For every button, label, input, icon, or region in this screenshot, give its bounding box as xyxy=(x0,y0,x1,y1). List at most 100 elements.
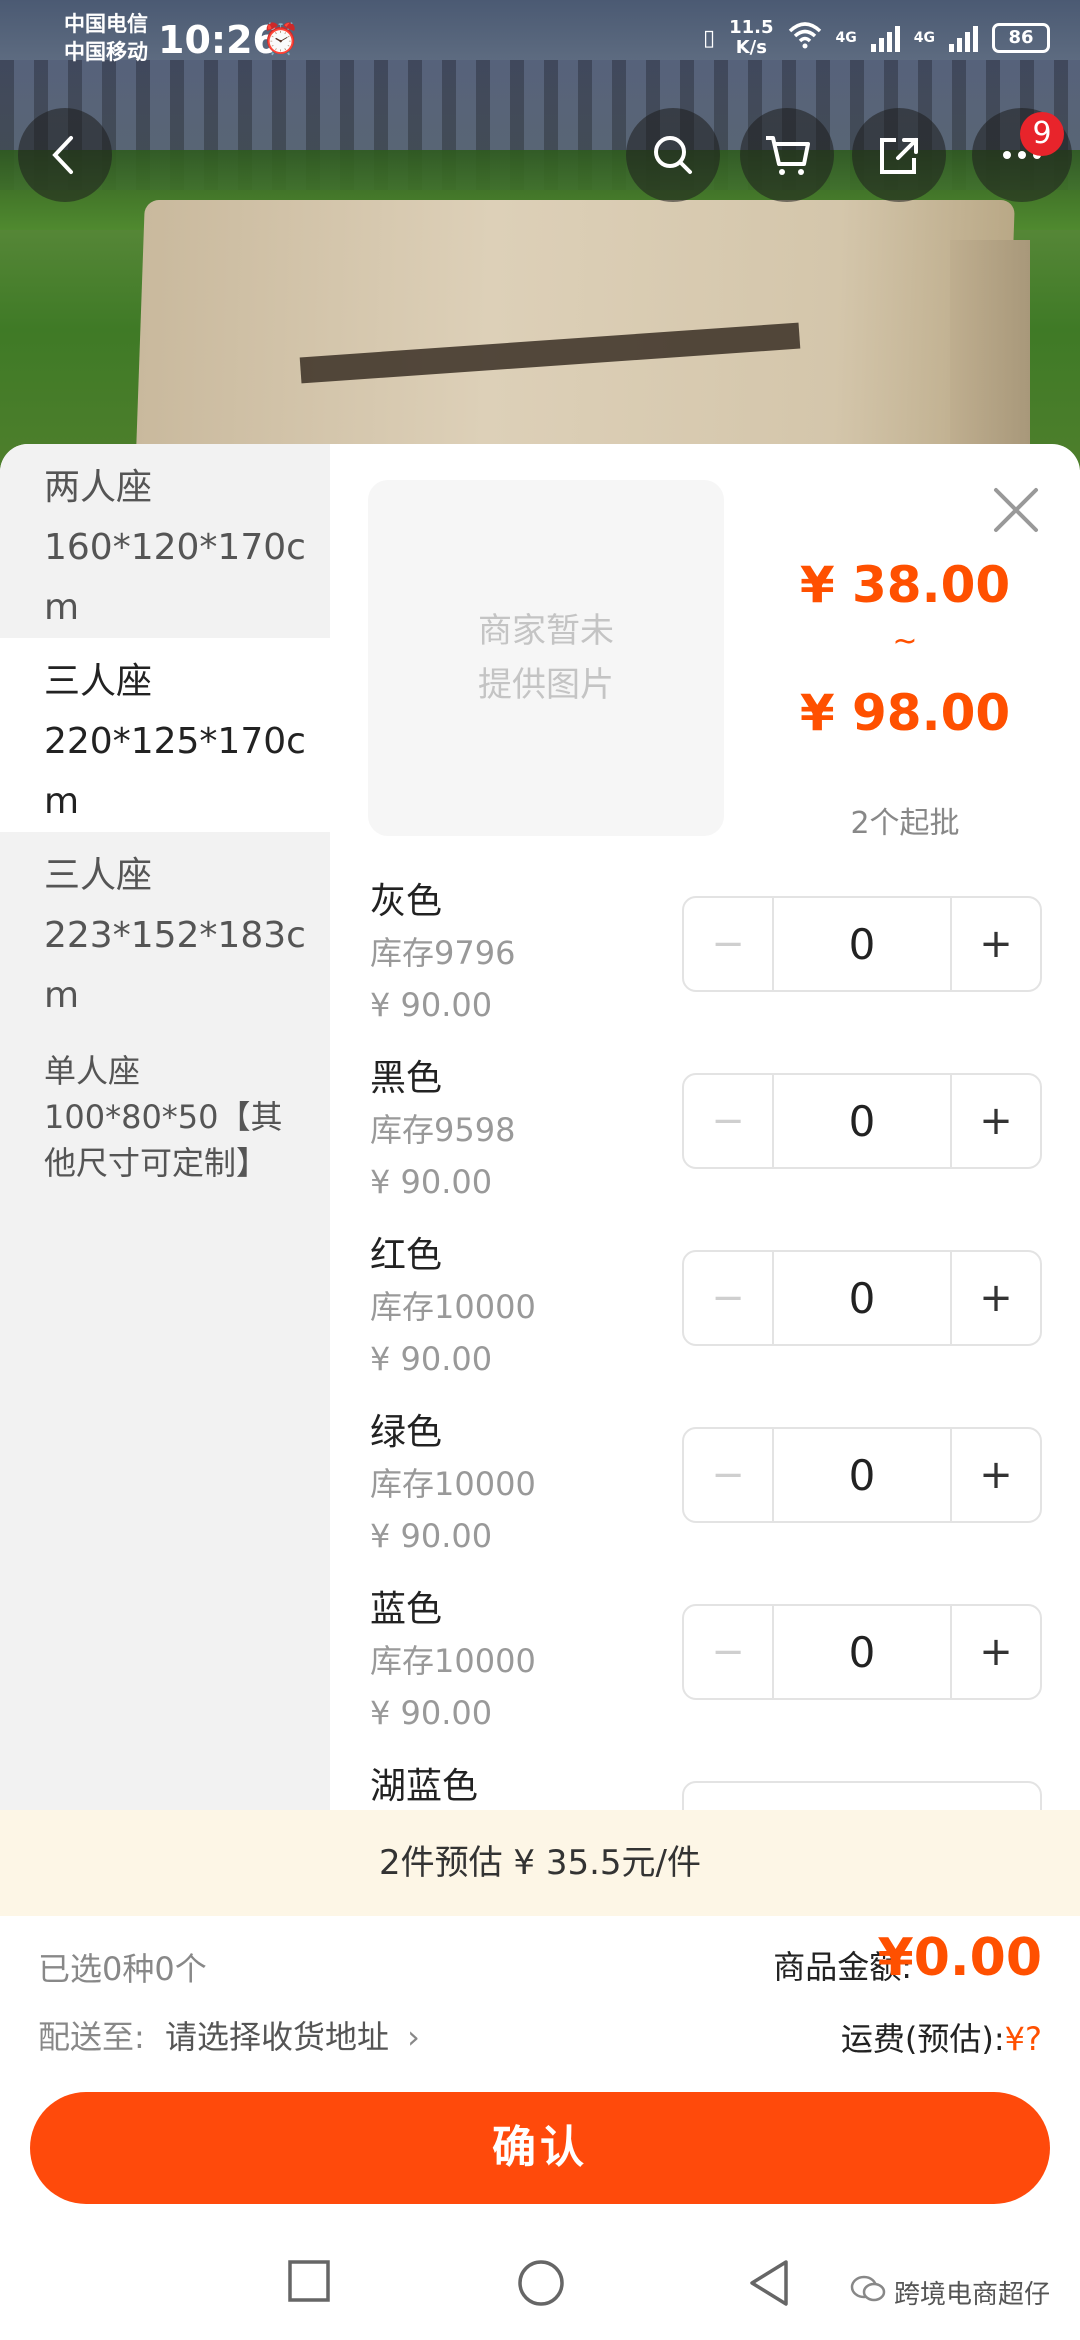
variant-name: 灰色 xyxy=(370,881,443,922)
cart-button[interactable] xyxy=(740,108,834,202)
variant-stock: 库存10000 xyxy=(370,1642,536,1680)
quantity-stepper: − 0 + xyxy=(682,1427,1042,1523)
variant-row: 绿色 库存10000 ¥ 90.00 − 0 + xyxy=(370,1403,1050,1580)
size-item-2[interactable]: 三人座 220*125*170cm xyxy=(0,638,330,832)
variant-stock: 库存9598 xyxy=(370,1111,516,1149)
quantity-input[interactable]: 0 xyxy=(774,1429,950,1521)
back-button[interactable] xyxy=(18,108,112,202)
search-button[interactable] xyxy=(626,108,720,202)
sku-selector-sheet: 两人座 160*120*170cm 三人座 220*125*170cm 三人座 … xyxy=(0,444,1080,2340)
price-range-tilde: ~ xyxy=(892,624,918,659)
color-variant-list: 灰色 库存9796 ¥ 90.00 − 0 + 黑色 库存9598 ¥ 90.0… xyxy=(370,872,1050,1810)
vibrate-icon: ▯ xyxy=(703,25,716,51)
quantity-stepper: − 0 + xyxy=(682,1250,1042,1346)
size-dims: 220*125*170cm xyxy=(44,721,306,822)
variant-row: 灰色 库存9796 ¥ 90.00 − 0 + xyxy=(370,872,1050,1049)
search-icon xyxy=(654,136,692,174)
increment-button[interactable]: + xyxy=(950,1252,1040,1344)
decrement-button[interactable]: − xyxy=(684,1252,774,1344)
variant-price: ¥ 90.00 xyxy=(370,1517,493,1555)
size-item-1[interactable]: 两人座 160*120*170cm xyxy=(0,444,330,638)
variant-row: 湖蓝色 xyxy=(370,1757,1050,1810)
size-type: 三人座 xyxy=(44,855,153,896)
decrement-button[interactable]: − xyxy=(684,898,774,990)
alarm-icon: ⏰ xyxy=(262,22,300,57)
variant-price: ¥ 90.00 xyxy=(370,1340,493,1378)
amount-value: ¥0.00 xyxy=(877,1928,1042,1988)
size-item-4[interactable]: 单人座 100*80*50【其他尺寸可定制】 xyxy=(0,1026,330,1186)
variant-stock: 库存10000 xyxy=(370,1465,536,1503)
quantity-input[interactable]: 0 xyxy=(774,1606,950,1698)
watermark: 跨境电商超仔 xyxy=(850,2274,1050,2311)
selected-summary: 已选0种0个 xyxy=(38,1950,207,1988)
wechat-icon xyxy=(850,2274,886,2311)
confirm-button[interactable]: 确认 xyxy=(30,2092,1050,2204)
size-dims: 223*152*183cm xyxy=(44,915,306,1016)
size-sidebar: 两人座 160*120*170cm 三人座 220*125*170cm 三人座 … xyxy=(0,444,330,1810)
variant-name: 绿色 xyxy=(370,1412,443,1453)
decrement-button[interactable]: − xyxy=(684,1429,774,1521)
size-type: 两人座 xyxy=(44,467,153,508)
size-dims: 100*80*50【其他尺寸可定制】 xyxy=(44,1098,283,1182)
increment-button[interactable]: + xyxy=(950,1429,1040,1521)
variant-name: 蓝色 xyxy=(370,1589,443,1630)
bulk-price-estimate: 2件预估 ¥ 35.5元/件 xyxy=(0,1810,1080,1916)
status-time: 10:26 xyxy=(158,18,279,62)
chevron-right-icon: › xyxy=(407,2018,420,2056)
variant-name: 湖蓝色 xyxy=(370,1766,479,1807)
close-icon[interactable] xyxy=(990,484,1042,536)
shipping-address-link[interactable]: 配送至: 请选择收货地址 › xyxy=(38,2012,420,2058)
chevron-left-icon xyxy=(52,136,73,174)
more-button[interactable]: 9 xyxy=(972,108,1072,202)
increment-button[interactable]: + xyxy=(950,1606,1040,1698)
share-icon xyxy=(880,138,918,174)
home-icon[interactable] xyxy=(516,2258,566,2308)
price-high: ¥ 98.00 xyxy=(799,684,1011,742)
size-dims: 160*120*170cm xyxy=(44,527,306,628)
quantity-input[interactable]: 0 xyxy=(774,1252,950,1344)
freight-estimate: 运费(预估):¥? xyxy=(840,2020,1042,2058)
signal-2-label: 4G xyxy=(913,30,935,46)
notification-badge: 9 xyxy=(1020,112,1064,156)
variant-name: 黑色 xyxy=(370,1058,443,1099)
variant-price: ¥ 90.00 xyxy=(370,1163,493,1201)
back-nav-icon[interactable] xyxy=(746,2258,792,2308)
quantity-input[interactable]: 0 xyxy=(774,898,950,990)
variant-stock: 库存10000 xyxy=(370,1288,536,1326)
min-batch-label: 2个起批 xyxy=(850,806,960,841)
size-type: 三人座 xyxy=(44,661,153,702)
variant-price: ¥ 90.00 xyxy=(370,986,493,1024)
battery-indicator: 86 xyxy=(992,23,1050,53)
variant-row: 蓝色 库存10000 ¥ 90.00 − 0 + xyxy=(370,1580,1050,1757)
signal-1-icon xyxy=(870,24,900,52)
quantity-stepper xyxy=(682,1781,1042,1810)
carrier-2: 中国移动 xyxy=(64,40,148,64)
quantity-stepper: − 0 + xyxy=(682,1073,1042,1169)
price-low: ¥ 38.00 xyxy=(799,556,1011,614)
increment-button[interactable]: + xyxy=(950,898,1040,990)
variant-name: 红色 xyxy=(370,1235,443,1276)
decrement-button[interactable]: − xyxy=(684,1606,774,1698)
wifi-icon xyxy=(788,21,822,55)
share-button[interactable] xyxy=(852,108,946,202)
carrier-1: 中国电信 xyxy=(64,12,148,36)
quantity-stepper: − 0 + xyxy=(682,1604,1042,1700)
quantity-stepper: − 0 + xyxy=(682,896,1042,992)
variant-price: ¥ 90.00 xyxy=(370,1694,493,1732)
signal-1-label: 4G xyxy=(835,30,857,46)
increment-button[interactable]: + xyxy=(950,1075,1040,1167)
variant-row: 黑色 库存9598 ¥ 90.00 − 0 + xyxy=(370,1049,1050,1226)
cart-icon xyxy=(766,136,810,175)
variant-stock: 库存9796 xyxy=(370,934,516,972)
decrement-button[interactable]: − xyxy=(684,1075,774,1167)
carrier-labels: 中国电信 中国移动 xyxy=(64,10,148,66)
variant-row: 红色 库存10000 ¥ 90.00 − 0 + xyxy=(370,1226,1050,1403)
size-item-3[interactable]: 三人座 223*152*183cm xyxy=(0,832,330,1026)
quantity-input[interactable]: 0 xyxy=(774,1075,950,1167)
size-type: 单人座 xyxy=(44,1052,141,1090)
signal-2-icon xyxy=(949,24,978,52)
status-bar: 中国电信 中国移动 10:26 ⏰ ▯ 11.5 K/s 4G 4G 86 xyxy=(0,0,1080,80)
recents-icon[interactable] xyxy=(286,2258,332,2304)
system-indicators: ▯ 11.5 K/s 4G 4G 86 xyxy=(703,18,1050,58)
sku-image-placeholder: 商家暂未 提供图片 xyxy=(368,480,724,836)
